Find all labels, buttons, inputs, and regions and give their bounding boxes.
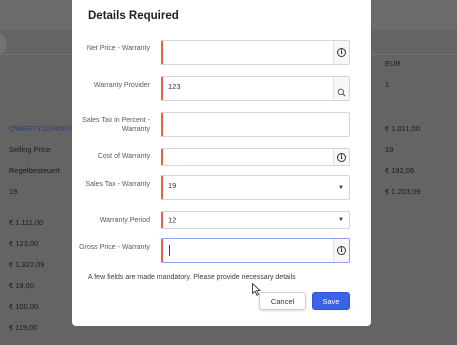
net-price-input[interactable]: i xyxy=(161,40,350,65)
cost-of-warranty-info-button[interactable]: i xyxy=(333,149,349,165)
left-value: € 100,00 xyxy=(9,302,39,311)
left-label: Selling Price xyxy=(9,145,51,154)
warranty-provider-search-button[interactable] xyxy=(333,77,349,100)
gross-price-label: Gross Price - Warranty xyxy=(79,244,150,251)
left-value: € 19,00 xyxy=(9,281,35,290)
currency-label: EUR xyxy=(385,59,401,68)
warranty-provider-label: Warranty Provider xyxy=(93,82,150,89)
cancel-button[interactable]: Cancel xyxy=(259,292,306,310)
mouse-pointer-icon xyxy=(252,283,261,296)
warranty-provider-input[interactable]: 123 xyxy=(161,76,350,101)
gross-price-input[interactable]: i xyxy=(161,238,350,263)
left-value: € 123,00 xyxy=(9,239,39,248)
warranty-provider-value: 123 xyxy=(168,82,181,91)
save-button[interactable]: Save xyxy=(312,292,350,310)
right-value: 1 xyxy=(385,80,390,89)
net-price-info-button[interactable]: i xyxy=(333,41,349,64)
sales-tax-label: Sales Tax - Warranty xyxy=(85,181,150,188)
info-icon: i xyxy=(337,152,346,162)
left-label: 19 xyxy=(9,187,18,196)
dialog-title: Details Required xyxy=(88,10,179,22)
sales-tax-percent-input[interactable] xyxy=(161,112,350,137)
left-value: € 119,00 xyxy=(9,323,38,332)
right-value: 19 xyxy=(385,145,394,154)
item-link[interactable]: QWERTY12345678 xyxy=(9,124,75,133)
warranty-period-value: 12 xyxy=(168,215,177,225)
warranty-period-label: Warranty Period xyxy=(99,217,150,224)
net-price-label: Net Price - Warranty xyxy=(86,45,150,52)
search-icon xyxy=(337,88,346,97)
caret-down-icon: ▼ xyxy=(338,184,344,191)
sales-tax-percent-label: Sales Tax in Percent - Warranty xyxy=(82,117,150,133)
background-toggle xyxy=(0,34,6,54)
right-value: € 1.011,00 xyxy=(385,124,420,133)
sales-tax-value: 19 xyxy=(168,181,177,190)
caret-down-icon: ▼ xyxy=(338,217,344,223)
gross-price-info-button[interactable]: i xyxy=(333,239,349,262)
mandatory-fields-note: A few fields are made mandatory. Please … xyxy=(88,274,296,281)
left-value: € 1.111,00 xyxy=(9,218,44,227)
cost-of-warranty-label: Cost of Warranty xyxy=(97,153,150,160)
right-value: € 1.203,09 xyxy=(385,187,421,196)
sales-tax-select[interactable]: 19 ▼ xyxy=(161,175,350,200)
text-cursor xyxy=(169,245,170,256)
info-icon: i xyxy=(337,246,346,255)
details-required-dialog: Details Required Net Price - Warranty i … xyxy=(72,0,371,326)
info-icon: i xyxy=(337,48,346,57)
left-value: € 1.322,09 xyxy=(9,260,45,269)
left-label: Regelbesteuert xyxy=(9,166,60,175)
cost-of-warranty-input[interactable]: i xyxy=(161,148,350,166)
warranty-period-select[interactable]: 12 ▼ xyxy=(161,211,350,229)
right-value: € 192,09 xyxy=(385,166,415,175)
